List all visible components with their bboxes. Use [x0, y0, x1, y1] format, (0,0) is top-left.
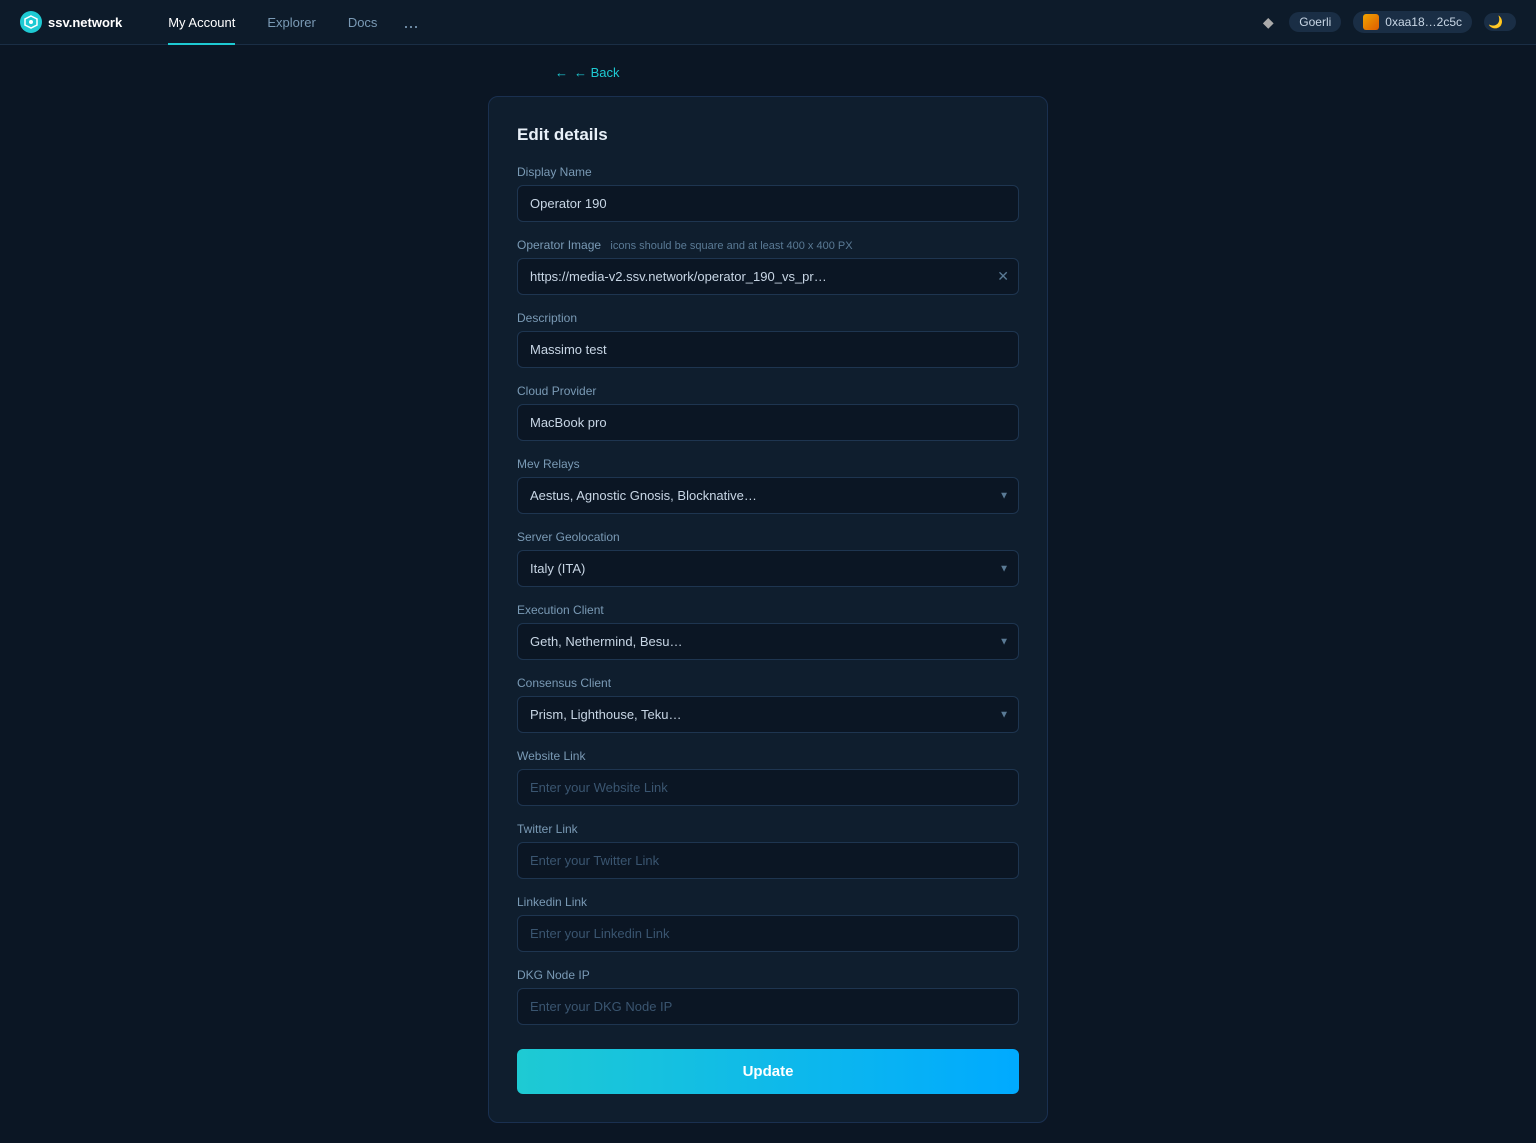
- wallet-icon: [1363, 14, 1379, 30]
- linkedin-link-group: Linkedin Link: [517, 895, 1019, 952]
- twitter-link-input[interactable]: [517, 842, 1019, 879]
- cloud-provider-input[interactable]: [517, 404, 1019, 441]
- server-geolocation-label: Server Geolocation: [517, 530, 1019, 544]
- operator-image-label: Operator Image icons should be square an…: [517, 238, 1019, 252]
- nav-docs[interactable]: Docs: [332, 0, 394, 45]
- wallet-badge[interactable]: 0xaa18…2c5c: [1353, 11, 1472, 33]
- dkg-node-ip-label: DKG Node IP: [517, 968, 1019, 982]
- consensus-client-label: Consensus Client: [517, 676, 1019, 690]
- website-link-input[interactable]: [517, 769, 1019, 806]
- consensus-client-select[interactable]: Prism, Lighthouse, Teku…: [517, 696, 1019, 733]
- mev-relays-group: Mev Relays Aestus, Agnostic Gnosis, Bloc…: [517, 457, 1019, 514]
- description-input[interactable]: [517, 331, 1019, 368]
- mev-relays-wrapper: Aestus, Agnostic Gnosis, Blocknative… ▼: [517, 477, 1019, 514]
- linkedin-link-label: Linkedin Link: [517, 895, 1019, 909]
- theme-toggle[interactable]: 🌙: [1484, 13, 1516, 31]
- linkedin-link-input[interactable]: [517, 915, 1019, 952]
- execution-client-wrapper: Geth, Nethermind, Besu… ▼: [517, 623, 1019, 660]
- moon-icon: 🌙: [1488, 15, 1503, 29]
- edit-details-card: Edit details Display Name Operator Image…: [488, 96, 1048, 1123]
- twitter-link-label: Twitter Link: [517, 822, 1019, 836]
- mev-relays-select[interactable]: Aestus, Agnostic Gnosis, Blocknative…: [517, 477, 1019, 514]
- nav-my-account[interactable]: My Account: [152, 0, 251, 45]
- consensus-client-group: Consensus Client Prism, Lighthouse, Teku…: [517, 676, 1019, 733]
- twitter-link-group: Twitter Link: [517, 822, 1019, 879]
- back-arrow: ←: [555, 65, 568, 80]
- network-badge[interactable]: Goerli: [1289, 12, 1341, 32]
- operator-image-group: Operator Image icons should be square an…: [517, 238, 1019, 295]
- dkg-node-ip-group: DKG Node IP: [517, 968, 1019, 1025]
- logo[interactable]: ssv.network: [20, 11, 122, 33]
- nav-more[interactable]: ...: [393, 12, 428, 33]
- dkg-node-ip-input[interactable]: [517, 988, 1019, 1025]
- consensus-client-wrapper: Prism, Lighthouse, Teku… ▼: [517, 696, 1019, 733]
- operator-image-input-wrapper: ✕: [517, 258, 1019, 295]
- nav-explorer[interactable]: Explorer: [251, 0, 331, 45]
- display-name-group: Display Name: [517, 165, 1019, 222]
- form-title: Edit details: [517, 125, 1019, 145]
- page-content: ← ← Back Edit details Display Name Opera…: [0, 45, 1536, 1143]
- website-link-label: Website Link: [517, 749, 1019, 763]
- server-geolocation-group: Server Geolocation Italy (ITA) ▼: [517, 530, 1019, 587]
- cloud-provider-label: Cloud Provider: [517, 384, 1019, 398]
- logo-icon: [20, 11, 42, 33]
- update-button[interactable]: Update: [517, 1049, 1019, 1094]
- mev-relays-label: Mev Relays: [517, 457, 1019, 471]
- description-group: Description: [517, 311, 1019, 368]
- server-geolocation-select[interactable]: Italy (ITA): [517, 550, 1019, 587]
- logo-text: ssv.network: [48, 15, 122, 30]
- clear-image-button[interactable]: ✕: [997, 268, 1009, 285]
- execution-client-select[interactable]: Geth, Nethermind, Besu…: [517, 623, 1019, 660]
- execution-client-group: Execution Client Geth, Nethermind, Besu……: [517, 603, 1019, 660]
- navbar-right: ◆ Goerli 0xaa18…2c5c 🌙: [1259, 11, 1516, 33]
- website-link-group: Website Link: [517, 749, 1019, 806]
- cloud-provider-group: Cloud Provider: [517, 384, 1019, 441]
- execution-client-label: Execution Client: [517, 603, 1019, 617]
- navbar: ssv.network My Account Explorer Docs ...…: [0, 0, 1536, 45]
- description-label: Description: [517, 311, 1019, 325]
- display-name-label: Display Name: [517, 165, 1019, 179]
- server-geolocation-wrapper: Italy (ITA) ▼: [517, 550, 1019, 587]
- eth-icon: ◆: [1259, 13, 1277, 31]
- operator-image-hint: icons should be square and at least 400 …: [610, 240, 852, 252]
- display-name-input[interactable]: [517, 185, 1019, 222]
- operator-image-input[interactable]: [517, 258, 1019, 295]
- wallet-address: 0xaa18…2c5c: [1385, 15, 1462, 29]
- nav-links: My Account Explorer Docs ...: [152, 0, 428, 44]
- back-link[interactable]: ← ← Back: [555, 65, 620, 80]
